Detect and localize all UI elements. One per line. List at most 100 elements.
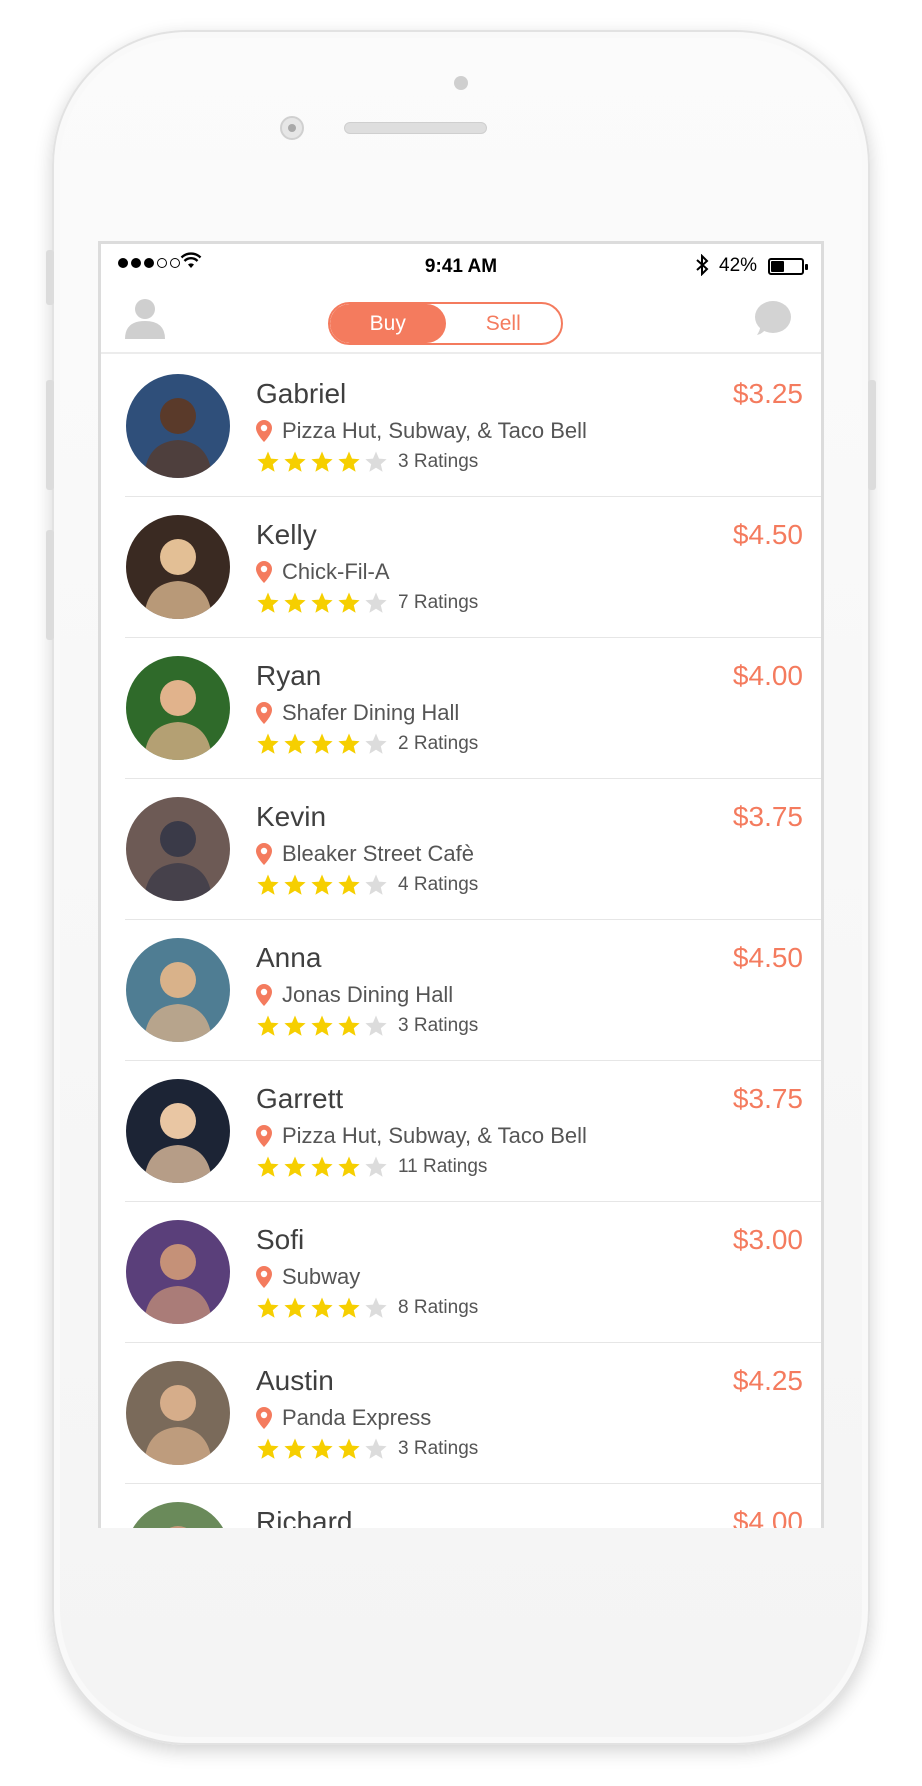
- location-pin-icon: [256, 984, 272, 1006]
- star-icon: [257, 874, 279, 895]
- rating-count: 2 Ratings: [398, 733, 479, 754]
- avatar: [126, 797, 230, 901]
- star-icon: [365, 1297, 387, 1318]
- seller-rating: 2 Ratings: [256, 732, 478, 756]
- seller-location: Pizza Hut, Subway, & Taco Bell: [256, 418, 587, 444]
- seller-location: Jonas Dining Hall: [256, 982, 453, 1008]
- seller-location: Pizza Hut, Subway, & Taco Bell: [256, 1123, 587, 1149]
- avatar: [126, 1502, 230, 1528]
- rating-count: 11 Ratings: [398, 1156, 488, 1177]
- nav-bar: Buy Sell: [101, 284, 821, 354]
- seller-row[interactable]: Kelly $4.50 Chick-Fil-A 7 Ratings: [101, 497, 821, 638]
- avatar: [126, 515, 230, 619]
- seller-row[interactable]: Gabriel $3.25 Pizza Hut, Subway, & Taco …: [101, 356, 821, 497]
- rating-count: 3 Ratings: [398, 1438, 479, 1459]
- star-icon: [284, 1297, 306, 1318]
- location-pin-icon: [256, 843, 272, 865]
- seller-location: Subway: [256, 1264, 360, 1290]
- seller-location: Bleaker Street Cafè: [256, 841, 474, 867]
- star-icon: [338, 1297, 360, 1318]
- location-text: Panda Express: [282, 1405, 432, 1430]
- star-icon: [338, 874, 360, 895]
- seller-location: Panda Express: [256, 1405, 431, 1431]
- star-icon: [257, 733, 279, 754]
- star-icon: [365, 874, 387, 895]
- seller-row[interactable]: Richard $4.00: [101, 1484, 821, 1528]
- seller-price: $3.75: [732, 1083, 803, 1114]
- seller-price: $3.00: [732, 1224, 803, 1255]
- seller-rating: 8 Ratings: [256, 1296, 478, 1320]
- seller-row[interactable]: Kevin $3.75 Bleaker Street Cafè 4 Rating…: [101, 779, 821, 920]
- battery-icon: [768, 258, 808, 275]
- segment-buy[interactable]: Buy: [330, 304, 446, 343]
- mute-switch: [46, 250, 54, 305]
- seller-rating: 3 Ratings: [256, 450, 478, 474]
- star-icon: [257, 451, 279, 472]
- seller-name: Austin: [256, 1365, 334, 1396]
- seller-row[interactable]: Ryan $4.00 Shafer Dining Hall 2 Ratings: [101, 638, 821, 779]
- star-icon: [365, 1156, 387, 1177]
- volume-down-button: [46, 530, 54, 640]
- person-icon[interactable]: [123, 295, 167, 339]
- star-icon: [284, 592, 306, 613]
- location-text: Pizza Hut, Subway, & Taco Bell: [282, 1123, 587, 1148]
- star-icon: [338, 592, 360, 613]
- star-icon: [257, 592, 279, 613]
- rating-count: 8 Ratings: [398, 1297, 479, 1318]
- rating-count: 7 Ratings: [398, 592, 479, 613]
- star-icon: [284, 451, 306, 472]
- star-icon: [365, 1015, 387, 1036]
- seller-location: Chick-Fil-A: [256, 559, 390, 585]
- seller-row[interactable]: Garrett $3.75 Pizza Hut, Subway, & Taco …: [101, 1061, 821, 1202]
- star-rating: [256, 1014, 388, 1038]
- front-camera: [280, 116, 304, 140]
- star-icon: [311, 1015, 333, 1036]
- star-rating: [256, 591, 388, 615]
- seller-rating: 3 Ratings: [256, 1437, 478, 1461]
- star-icon: [284, 1015, 306, 1036]
- segment-sell[interactable]: Sell: [446, 304, 562, 343]
- location-pin-icon: [256, 561, 272, 583]
- seller-row[interactable]: Sofi $3.00 Subway 8 Ratings: [101, 1202, 821, 1343]
- proximity-sensor: [454, 76, 468, 90]
- location-text: Chick-Fil-A: [282, 559, 390, 584]
- seller-name: Richard: [256, 1506, 353, 1528]
- seller-row[interactable]: Austin $4.25 Panda Express 3 Ratings: [101, 1343, 821, 1484]
- seller-row[interactable]: Anna $4.50 Jonas Dining Hall 3 Ratings: [101, 920, 821, 1061]
- seller-name: Kevin: [256, 801, 327, 832]
- star-icon: [338, 1015, 360, 1036]
- seller-price: $3.25: [732, 378, 803, 409]
- seller-name: Sofi: [256, 1224, 305, 1255]
- app-screen: 9:41 AM 42% Buy Sell Gabriel $3.25 Pizza…: [98, 241, 824, 1528]
- star-icon: [365, 1438, 387, 1459]
- seller-list: Gabriel $3.25 Pizza Hut, Subway, & Taco …: [101, 356, 821, 1528]
- location-pin-icon: [256, 1125, 272, 1147]
- location-pin-icon: [256, 1407, 272, 1429]
- seller-price: $4.25: [732, 1365, 803, 1396]
- chat-bubble-icon[interactable]: [752, 299, 792, 339]
- star-rating: [256, 1437, 388, 1461]
- star-icon: [365, 733, 387, 754]
- battery-percentage: 42%: [719, 255, 758, 276]
- star-icon: [257, 1297, 279, 1318]
- star-icon: [257, 1156, 279, 1177]
- seller-name: Ryan: [256, 660, 322, 691]
- location-text: Subway: [282, 1264, 361, 1289]
- avatar: [126, 656, 230, 760]
- star-icon: [311, 1297, 333, 1318]
- seller-price: $4.00: [732, 1506, 803, 1528]
- star-icon: [311, 874, 333, 895]
- rating-count: 3 Ratings: [398, 1015, 479, 1036]
- star-icon: [284, 1438, 306, 1459]
- star-icon: [284, 733, 306, 754]
- seller-price: $4.00: [732, 660, 803, 691]
- star-icon: [338, 733, 360, 754]
- star-rating: [256, 1155, 388, 1179]
- star-icon: [311, 592, 333, 613]
- location-text: Pizza Hut, Subway, & Taco Bell: [282, 418, 587, 443]
- avatar: [126, 1220, 230, 1324]
- bluetooth-icon: [696, 254, 709, 276]
- location-text: Jonas Dining Hall: [282, 982, 454, 1007]
- power-button: [868, 380, 876, 490]
- seller-rating: 7 Ratings: [256, 591, 478, 615]
